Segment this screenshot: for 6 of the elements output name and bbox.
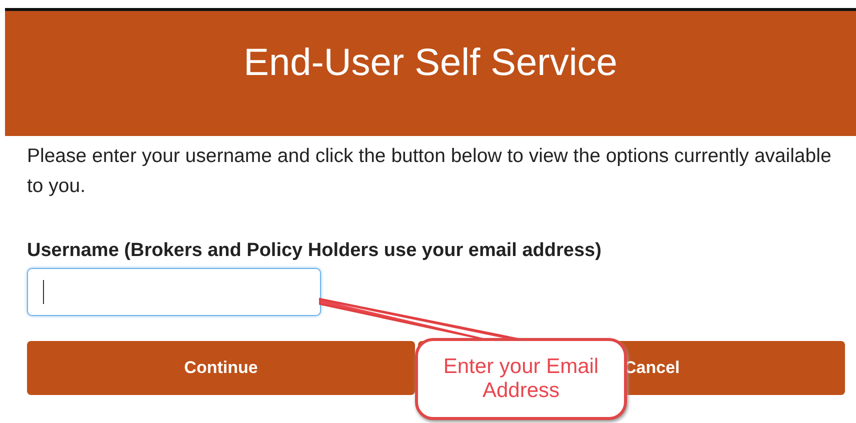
username-input[interactable] [27, 268, 321, 316]
intro-text: Please enter your username and click the button below to view the options currently available to you. [27, 144, 832, 199]
continue-button[interactable]: Continue [27, 341, 415, 395]
page-title: End-User Self Service [244, 41, 618, 86]
text-cursor [43, 280, 44, 304]
username-label: Username (Brokers and Policy Holders use your email address) [27, 239, 602, 263]
